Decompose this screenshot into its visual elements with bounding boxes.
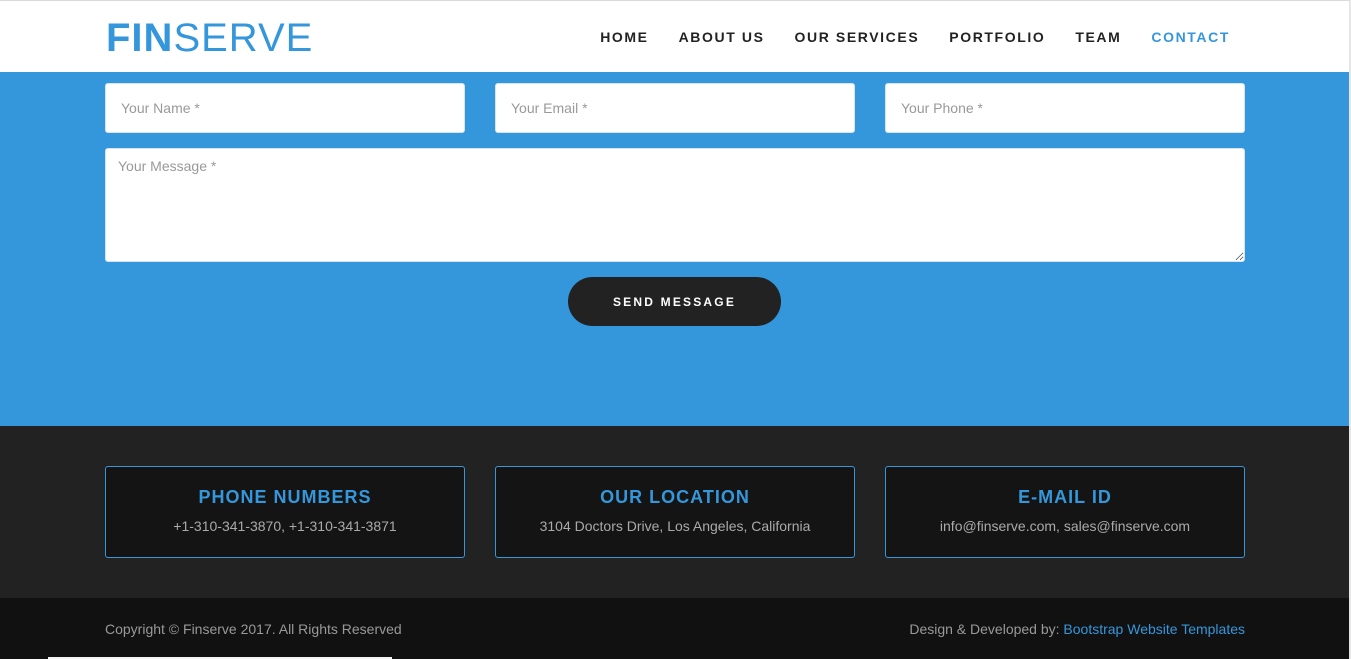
email-title: E-MAIL ID (1018, 487, 1112, 507)
location-title: OUR LOCATION (600, 487, 750, 507)
contact-form-section: SEND MESSAGE (0, 72, 1351, 426)
location-text: 3104 Doctors Drive, Los Angeles, Califor… (539, 518, 811, 534)
logo-bold-text: FIN (106, 16, 174, 60)
footer: Copyright © Finserve 2017. All Rights Re… (0, 598, 1351, 659)
credit-link[interactable]: Bootstrap Website Templates (1063, 621, 1245, 637)
logo[interactable]: FINSERVE (106, 17, 313, 59)
email-card: E-MAIL ID info@finserve.com, sales@finse… (885, 466, 1245, 558)
nav-item-team[interactable]: TEAM (1075, 28, 1121, 46)
logo-light-text: SERVE (173, 16, 314, 60)
phone-numbers-text: +1-310-341-3870, +1-310-341-3871 (173, 518, 397, 534)
message-textarea[interactable] (105, 148, 1245, 262)
nav-item-about-us[interactable]: ABOUT US (679, 28, 765, 46)
phone-numbers-title: PHONE NUMBERS (198, 487, 372, 507)
nav-item-our-services[interactable]: OUR SERVICES (795, 28, 920, 46)
email-input[interactable] (495, 83, 855, 133)
phone-numbers-card: PHONE NUMBERS +1-310-341-3870, +1-310-34… (105, 466, 465, 558)
credit-prefix: Design & Developed by: (909, 621, 1060, 637)
credit-text: Design & Developed by: Bootstrap Website… (909, 620, 1245, 638)
nav-item-portfolio[interactable]: PORTFOLIO (949, 28, 1045, 46)
name-input[interactable] (105, 83, 465, 133)
nav-item-contact[interactable]: CONTACT (1151, 28, 1230, 46)
navbar: FINSERVE HOME ABOUT US OUR SERVICES PORT… (0, 0, 1351, 72)
phone-input[interactable] (885, 83, 1245, 133)
copyright-text: Copyright © Finserve 2017. All Rights Re… (105, 621, 402, 637)
main-nav: HOME ABOUT US OUR SERVICES PORTFOLIO TEA… (600, 28, 1230, 46)
location-card: OUR LOCATION 3104 Doctors Drive, Los Ang… (495, 466, 855, 558)
send-message-button[interactable]: SEND MESSAGE (568, 277, 781, 326)
contact-info-section: PHONE NUMBERS +1-310-341-3870, +1-310-34… (0, 426, 1351, 598)
nav-item-home[interactable]: HOME (600, 28, 648, 46)
email-text: info@finserve.com, sales@finserve.com (939, 518, 1191, 534)
